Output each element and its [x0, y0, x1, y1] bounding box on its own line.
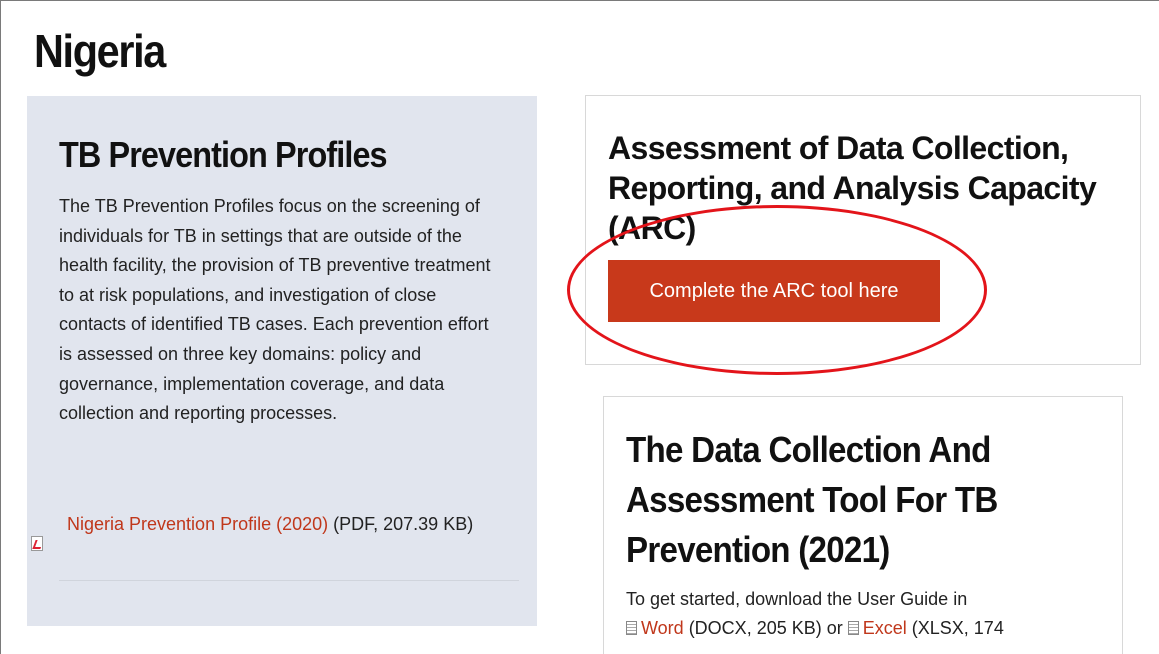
excel-meta: (XLSX, 174 [906, 618, 1004, 638]
tool-intro-text: To get started, download the User Guide … [626, 589, 968, 609]
word-meta: (DOCX, 205 KB) or [683, 618, 848, 638]
prevention-profiles-heading: TB Prevention Profiles [59, 134, 388, 175]
word-download-link[interactable]: Word [641, 618, 684, 638]
prevention-profiles-description: The TB Prevention Profiles focus on the … [59, 196, 491, 424]
excel-download-link[interactable]: Excel [863, 618, 907, 638]
pdf-icon [31, 536, 43, 551]
nigeria-prevention-profile-link[interactable]: Nigeria Prevention Profile (2020) [67, 514, 328, 534]
excel-document-icon [847, 621, 859, 635]
tool-intro: To get started, download the User Guide … [626, 585, 1106, 643]
data-collection-tool-card: The Data Collection And Assessment Tool … [603, 396, 1123, 654]
arc-heading: Assessment of Data Collection, Reporting… [608, 130, 1097, 246]
arc-card: Assessment of Data Collection, Reporting… [585, 95, 1141, 365]
page-title: Nigeria [34, 25, 166, 77]
prevention-profiles-panel: TB Prevention Profiles The TB Prevention… [27, 96, 537, 626]
prevention-profile-file: Nigeria Prevention Profile (2020) (PDF, … [31, 510, 517, 551]
word-document-icon [626, 621, 637, 635]
divider [59, 580, 519, 581]
tool-heading: The Data Collection And Assessment Tool … [626, 429, 998, 570]
file-meta: (PDF, 207.39 KB) [328, 514, 474, 534]
complete-arc-tool-button[interactable]: Complete the ARC tool here [608, 260, 940, 322]
